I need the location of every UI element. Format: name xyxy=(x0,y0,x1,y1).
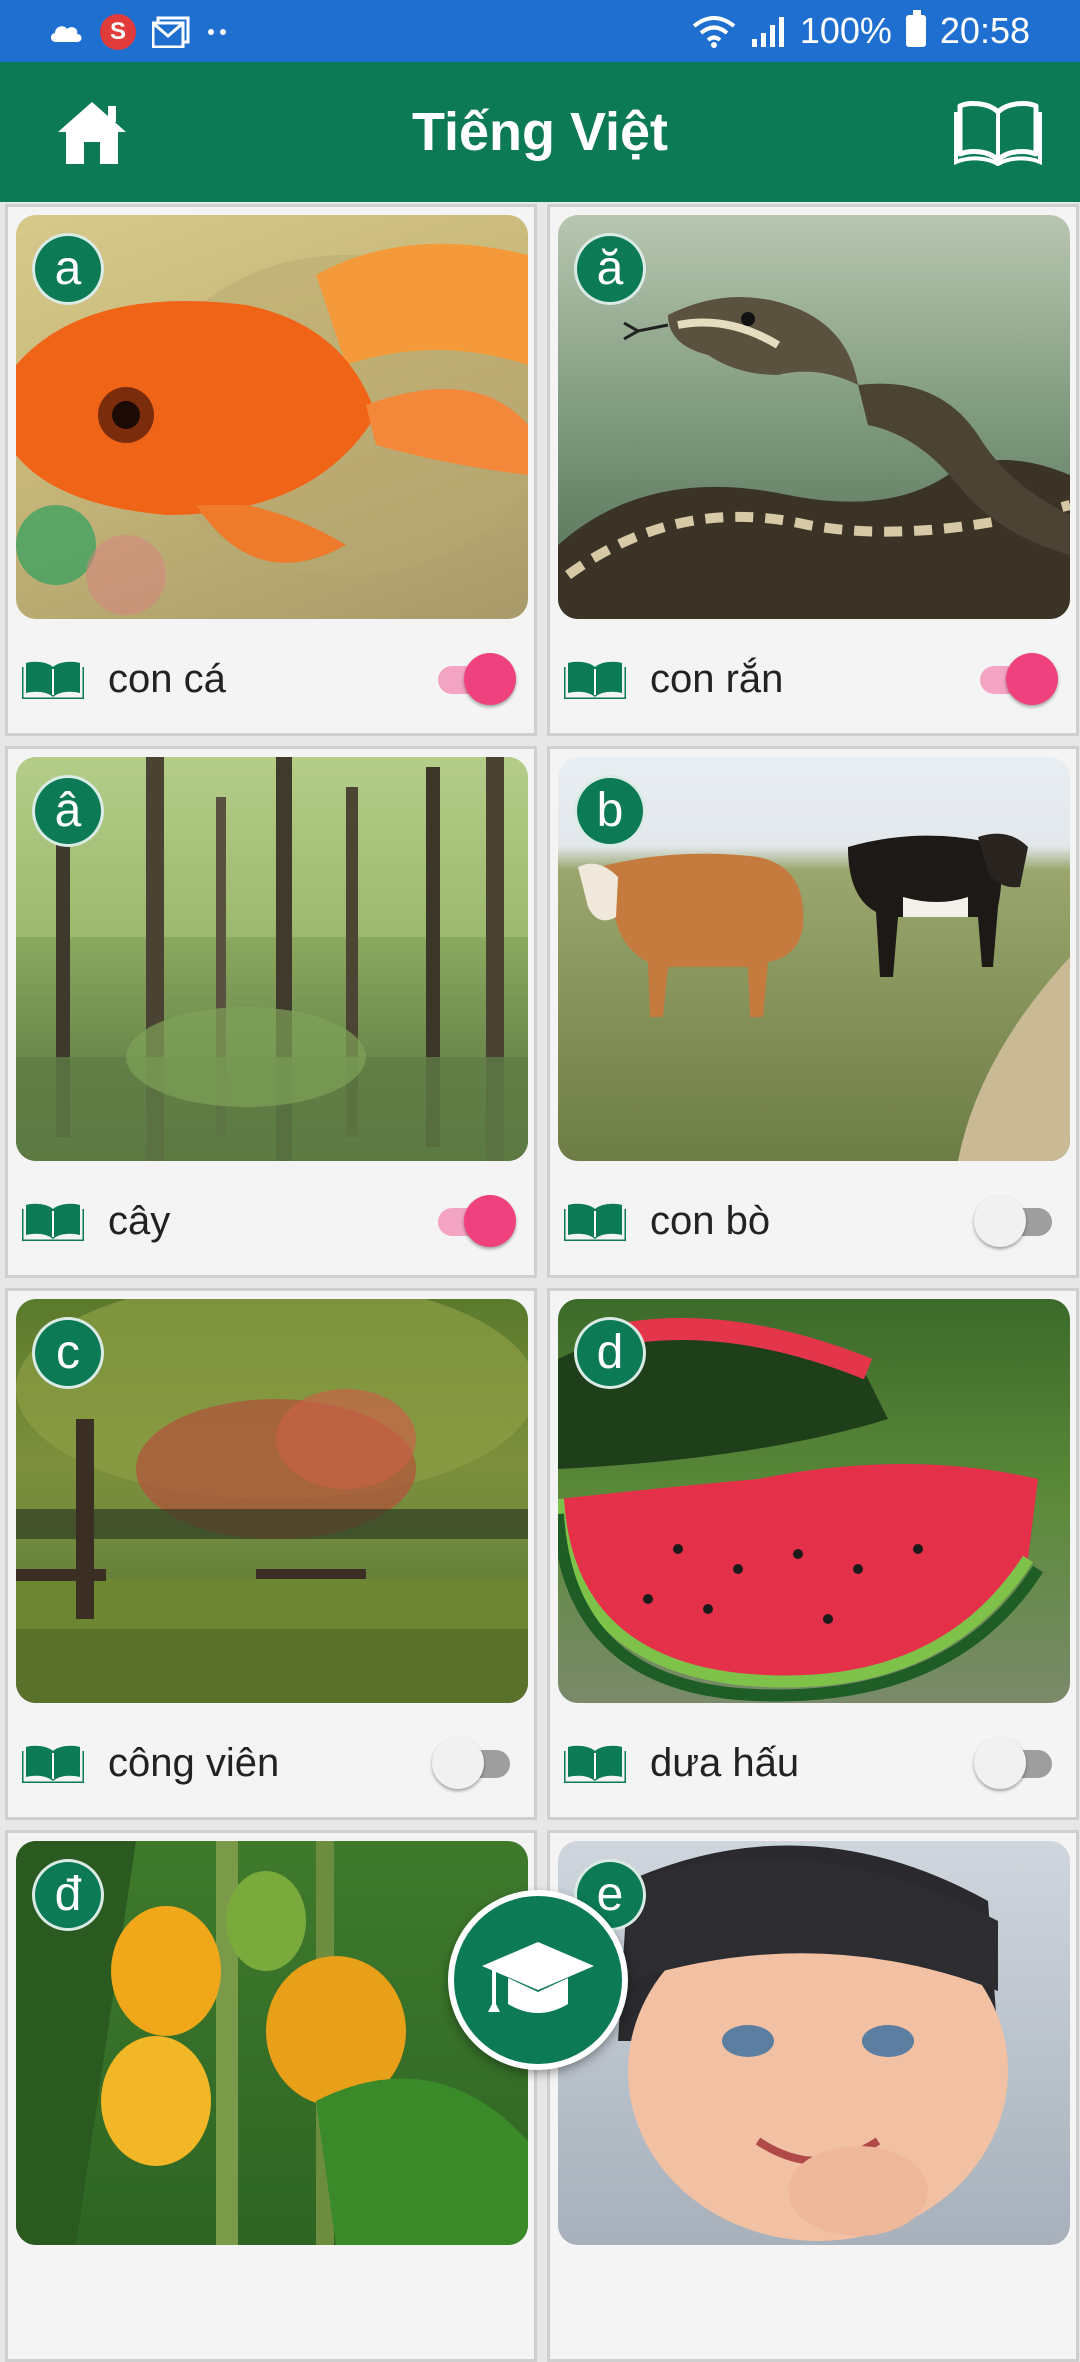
card-footer: con rắn xyxy=(564,637,1064,717)
book-open-icon[interactable] xyxy=(954,98,1042,166)
word-card[interactable]: d dưa hấu xyxy=(547,1288,1079,1820)
toggle-thumb xyxy=(974,1195,1026,1247)
book-icon[interactable] xyxy=(564,659,626,699)
card-image[interactable]: a xyxy=(16,215,528,619)
word-card[interactable]: c công viên xyxy=(5,1288,537,1820)
app-bar: Tiếng Việt xyxy=(0,62,1080,202)
letter-badge: đ xyxy=(32,1859,104,1931)
battery-percentage: 100% xyxy=(799,10,892,51)
word-label: cây xyxy=(108,1199,171,1243)
learned-toggle[interactable] xyxy=(432,1737,516,1789)
letter-badge: b xyxy=(574,775,646,847)
card-footer: công viên xyxy=(22,1721,522,1801)
card-image[interactable]: d xyxy=(558,1299,1070,1703)
learned-toggle[interactable] xyxy=(432,1195,516,1247)
cloud-icon xyxy=(50,26,82,42)
letter-badge: â xyxy=(32,775,104,847)
card-footer: cây xyxy=(22,1179,522,1259)
word-label: dưa hấu xyxy=(650,1741,800,1785)
card-image[interactable]: c xyxy=(16,1299,528,1703)
quiz-fab-button[interactable] xyxy=(448,1890,628,2070)
card-image[interactable]: b xyxy=(558,757,1070,1161)
clock: 20:58 xyxy=(939,10,1030,51)
toggle-thumb xyxy=(974,1737,1026,1789)
card-footer: con bò xyxy=(564,1179,1064,1259)
book-icon[interactable] xyxy=(22,1201,84,1241)
card-image[interactable]: e xyxy=(558,1841,1070,2245)
status-bar: S 100% 20:58 xyxy=(0,0,1080,62)
wifi-icon xyxy=(692,16,736,48)
word-label: công viên xyxy=(108,1741,280,1785)
graduation-cap-icon xyxy=(482,1942,594,2013)
more-dots-icon xyxy=(208,29,226,35)
toggle-thumb xyxy=(464,653,516,705)
book-icon[interactable] xyxy=(22,659,84,699)
word-label: con cá xyxy=(108,657,226,701)
toggle-thumb xyxy=(432,1737,484,1789)
page-title: Tiếng Việt xyxy=(411,102,669,162)
card-footer: dưa hấu xyxy=(564,1721,1064,1801)
letter-badge: a xyxy=(32,233,104,305)
letter-badge: c xyxy=(32,1317,104,1389)
s-badge-icon: S xyxy=(100,14,136,50)
word-label: con bò xyxy=(650,1199,771,1243)
learned-toggle[interactable] xyxy=(974,1195,1058,1247)
learned-toggle[interactable] xyxy=(432,653,516,705)
battery-icon xyxy=(905,10,926,47)
letter-badge: d xyxy=(574,1317,646,1389)
card-image[interactable]: đ xyxy=(16,1841,528,2245)
book-icon[interactable] xyxy=(564,1201,626,1241)
word-card[interactable]: â cây xyxy=(5,746,537,1278)
learned-toggle[interactable] xyxy=(974,1737,1058,1789)
card-image[interactable]: â xyxy=(16,757,528,1161)
book-icon[interactable] xyxy=(22,1743,84,1783)
word-label: con rắn xyxy=(650,657,784,701)
toggle-thumb xyxy=(1006,653,1058,705)
toggle-thumb xyxy=(464,1195,516,1247)
word-card[interactable]: b con bò xyxy=(547,746,1079,1278)
learned-toggle[interactable] xyxy=(974,653,1058,705)
status-bar-system: 100% 20:58 xyxy=(692,8,1030,54)
word-card[interactable]: e xyxy=(547,1830,1079,2362)
book-icon[interactable] xyxy=(564,1743,626,1783)
status-bar-notifications: S xyxy=(48,12,230,52)
signal-icon xyxy=(751,17,784,47)
word-card[interactable]: a con cá xyxy=(5,204,537,736)
word-card[interactable]: ă con rắn xyxy=(547,204,1079,736)
card-footer: con cá xyxy=(22,637,522,717)
letter-badge: ă xyxy=(574,233,646,305)
mail-icon xyxy=(152,16,190,48)
card-image[interactable]: ă xyxy=(558,215,1070,619)
